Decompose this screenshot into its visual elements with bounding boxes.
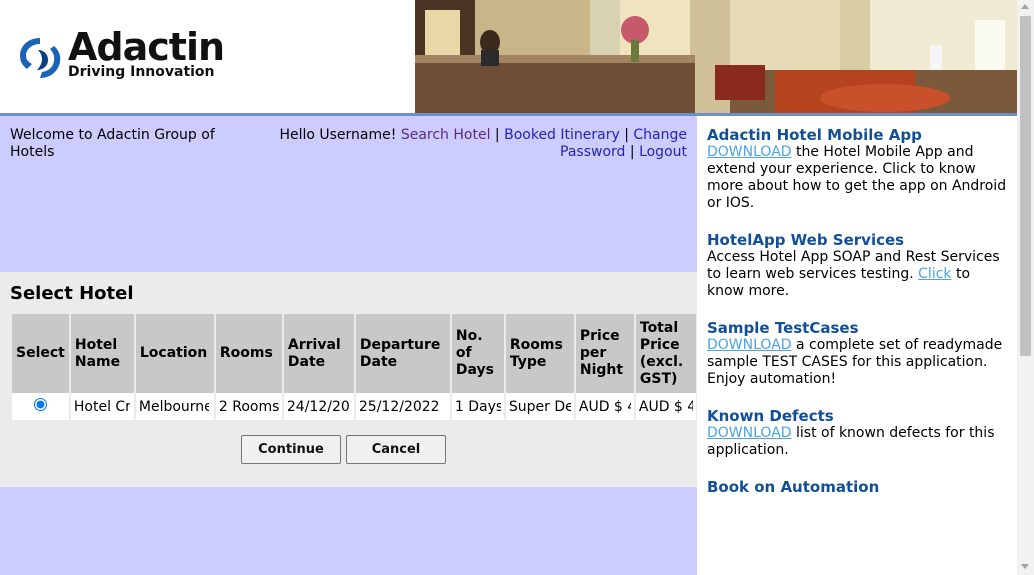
greeting-text: Hello Username!: [279, 127, 397, 143]
total-price-value: AUD $ 450: [638, 398, 693, 415]
web-services-section: HotelApp Web Services Access Hotel App S…: [707, 232, 1007, 300]
scroll-down-arrow-icon[interactable]: [1021, 564, 1029, 569]
column-header-no-of-days: No. of Days: [451, 314, 504, 393]
select-cell: [12, 393, 69, 420]
hotel-select-radio[interactable]: [33, 398, 47, 411]
nav-separator: |: [629, 144, 635, 160]
book-section: Book on Automation: [707, 479, 1007, 497]
total-price-cell: AUD $ 450: [635, 393, 696, 420]
hotel-results-table: Select Hotel Name Location Rooms Arrival…: [10, 314, 698, 420]
web-services-click-link[interactable]: Click: [918, 266, 951, 282]
location-value: Melbourne: [138, 398, 209, 415]
hotel-name-value: Hotel Creek: [73, 398, 130, 415]
scrollbar-thumb[interactable]: [1020, 16, 1031, 356]
web-services-title: HotelApp Web Services: [707, 231, 905, 249]
column-header-location: Location: [135, 314, 214, 393]
mobile-app-download-link[interactable]: DOWNLOAD: [707, 144, 792, 160]
rooms-type-cell: Super Deluxe: [505, 393, 574, 420]
departure-date-cell: 25/12/2022: [355, 393, 450, 420]
price-per-night-value: AUD $ 450: [578, 398, 631, 415]
adactin-logo[interactable]: Adactin Driving Innovation: [14, 26, 234, 86]
column-header-total-price: Total Price (excl. GST): [635, 314, 696, 393]
info-sidebar: Adactin Hotel Mobile App DOWNLOAD the Ho…: [697, 116, 1017, 575]
column-header-select: Select: [12, 314, 69, 393]
welcome-text: Welcome to Adactin Group of Hotels: [10, 127, 215, 160]
rooms-cell: 2 Rooms: [215, 393, 282, 420]
logo-wordmark: Adactin: [68, 25, 225, 69]
rooms-value: 2 Rooms: [218, 398, 279, 415]
logout-link[interactable]: Logout: [639, 144, 687, 160]
footer-band: [0, 487, 697, 575]
page-header: Adactin Driving Innovation: [0, 0, 1017, 113]
test-cases-section: Sample TestCases DOWNLOAD a complete set…: [707, 320, 1007, 388]
continue-button[interactable]: Continue: [241, 435, 341, 464]
rooms-type-value: Super Deluxe: [508, 398, 571, 415]
column-header-price-per-night: Price per Night: [575, 314, 634, 393]
price-per-night-cell: AUD $ 450: [575, 393, 634, 420]
user-nav: Hello Username! Search Hotel | Booked It…: [250, 127, 687, 161]
known-defects-section: Known Defects DOWNLOAD list of known def…: [707, 408, 1007, 459]
page-title: Select Hotel: [10, 283, 134, 304]
page-scrollbar[interactable]: [1017, 0, 1034, 575]
table-row: Hotel Creek Melbourne 2 Rooms 24/12/2022…: [12, 393, 696, 420]
book-on-automation-link[interactable]: Book on Automation: [707, 478, 879, 496]
no-of-days-value: 1 Days: [454, 398, 501, 415]
booked-itinerary-link[interactable]: Booked Itinerary: [504, 127, 620, 143]
cancel-button[interactable]: Cancel: [346, 435, 446, 464]
nav-separator: |: [494, 127, 500, 143]
search-hotel-link[interactable]: Search Hotel: [401, 127, 491, 143]
column-header-rooms-type: Rooms Type: [505, 314, 574, 393]
no-of-days-cell: 1 Days: [451, 393, 504, 420]
known-defects-title: Known Defects: [707, 407, 834, 425]
logo-swirl-icon: [20, 38, 61, 78]
nav-separator: |: [624, 127, 629, 143]
departure-date-value: 25/12/2022: [358, 398, 440, 415]
arrival-date-value: 24/12/2022: [286, 398, 351, 415]
column-header-rooms: Rooms: [215, 314, 282, 393]
location-cell: Melbourne: [135, 393, 214, 420]
column-header-departure-date: Departure Date: [355, 314, 450, 393]
test-cases-download-link[interactable]: DOWNLOAD: [707, 337, 792, 353]
hotel-lobby-banner: [415, 0, 1017, 113]
mobile-app-section: Adactin Hotel Mobile App DOWNLOAD the Ho…: [707, 127, 1007, 212]
test-cases-title: Sample TestCases: [707, 319, 859, 337]
column-header-arrival-date: Arrival Date: [283, 314, 354, 393]
column-header-hotel-name: Hotel Name: [70, 314, 134, 393]
arrival-date-cell: 24/12/2022: [283, 393, 354, 420]
logo-tagline: Driving Innovation: [68, 64, 215, 80]
hotel-name-cell: Hotel Creek: [70, 393, 134, 420]
scroll-up-arrow-icon[interactable]: [1021, 4, 1029, 9]
mobile-app-title: Adactin Hotel Mobile App: [707, 126, 922, 144]
known-defects-download-link[interactable]: DOWNLOAD: [707, 425, 792, 441]
table-header-row: Select Hotel Name Location Rooms Arrival…: [12, 314, 696, 393]
